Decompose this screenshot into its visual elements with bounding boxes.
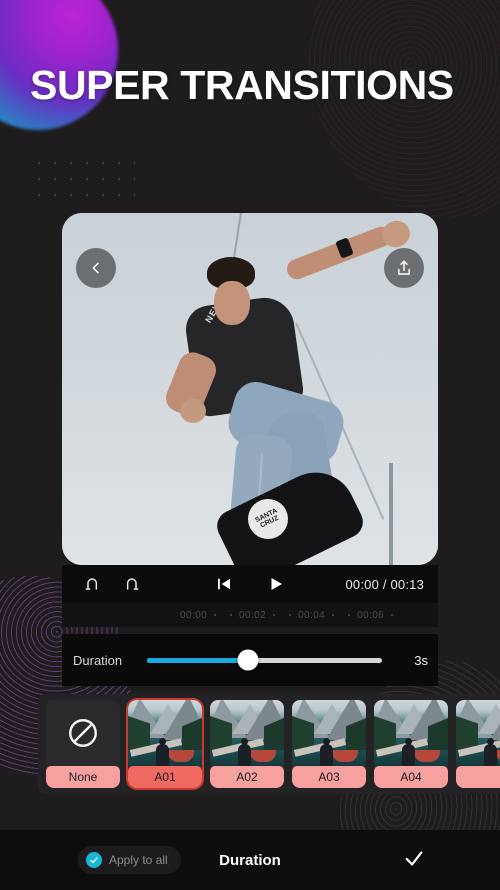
transition-item-a02[interactable]: A02: [210, 700, 284, 788]
deck-logo-text: SANTA CRUZ: [254, 507, 280, 530]
no-transition-slash-icon: [69, 719, 97, 747]
playback-toolbar: 00:00 / 00:13: [62, 565, 438, 603]
ruler-tick-dot: [214, 614, 217, 616]
transition-thumbnail: [210, 700, 284, 766]
transition-thumbnail: [374, 700, 448, 766]
back-button[interactable]: [76, 248, 116, 288]
transition-label: A03: [292, 766, 366, 788]
ruler-tick-label: 00:06: [357, 609, 385, 621]
transition-item-none[interactable]: None: [46, 700, 120, 788]
duration-control-row: Duration 3s: [62, 634, 438, 686]
transition-label: [456, 766, 500, 788]
transition-thumbnail: [292, 700, 366, 766]
play-icon: [271, 578, 282, 590]
transition-label: A02: [210, 766, 284, 788]
transition-label: None: [46, 766, 120, 788]
checkmark-icon: [405, 850, 423, 866]
transition-item-next[interactable]: [456, 700, 500, 788]
ruler-tick-dot: [230, 614, 233, 616]
bottom-bar-title: Duration: [219, 851, 281, 869]
redo-button[interactable]: [120, 573, 142, 595]
duration-slider-thumb[interactable]: [237, 649, 259, 671]
ruler-tick-label: 00:00: [180, 609, 208, 621]
skater-face: [214, 281, 250, 325]
transition-item-a01[interactable]: A01: [128, 700, 202, 788]
history-controls: [82, 573, 142, 595]
pole: [389, 463, 393, 565]
share-upload-icon: [398, 260, 410, 275]
redo-icon: [126, 578, 139, 590]
ruler-tick-dot: [348, 614, 351, 616]
transition-thumbnail: [128, 700, 202, 766]
dot-grid-decoration: [31, 155, 135, 207]
time-display: 00:00 / 00:13: [345, 576, 424, 592]
transition-item-a03[interactable]: A03: [292, 700, 366, 788]
skater-left-hand: [180, 399, 206, 423]
video-preview[interactable]: NEW YORK STATE SANTACRUZ: [62, 213, 438, 565]
undo-icon: [85, 578, 98, 590]
transition-none-thumb: [46, 700, 120, 766]
confirm-button[interactable]: [403, 847, 425, 874]
skip-to-start-button[interactable]: [213, 573, 235, 595]
duration-label: Duration: [73, 652, 123, 668]
ruler-tick-dot: [289, 614, 292, 616]
apply-checked-icon: [86, 852, 102, 868]
timeline-ruler[interactable]: 00:00 00:02 00:04 00:06: [62, 603, 438, 627]
page-title: SUPER TRANSITIONS: [30, 62, 454, 108]
ruler-tick-dot: [391, 614, 394, 616]
transition-label: A01: [128, 766, 202, 788]
transition-thumbnail: [456, 700, 500, 766]
bottom-action-bar: Apply to all Duration: [0, 830, 500, 890]
ruler-tick-label: 00:04: [298, 609, 326, 621]
play-button[interactable]: [265, 573, 287, 595]
duration-slider-fill: [147, 657, 249, 663]
transition-item-a04[interactable]: A04: [374, 700, 448, 788]
ruler-tick-dot: [332, 614, 335, 616]
ruler-ticks: 00:00 00:02 00:04 00:06: [180, 610, 400, 621]
checkmark-icon: [90, 857, 98, 864]
share-button[interactable]: [384, 248, 424, 288]
duration-slider[interactable]: [147, 649, 382, 671]
apply-to-all-label: Apply to all: [109, 853, 168, 867]
transport-controls: [213, 573, 287, 595]
skip-to-start-icon: [218, 578, 230, 590]
ruler-tick-label: 00:02: [239, 609, 267, 621]
ruler-tick-dot: [273, 614, 276, 616]
transition-label: A04: [374, 766, 448, 788]
duration-value: 3s: [414, 652, 428, 668]
chevron-left-icon: [92, 262, 99, 274]
transitions-list[interactable]: None A01 A02 A03 A04: [38, 694, 500, 794]
apply-to-all-toggle[interactable]: Apply to all: [78, 846, 181, 874]
undo-button[interactable]: [82, 573, 104, 595]
